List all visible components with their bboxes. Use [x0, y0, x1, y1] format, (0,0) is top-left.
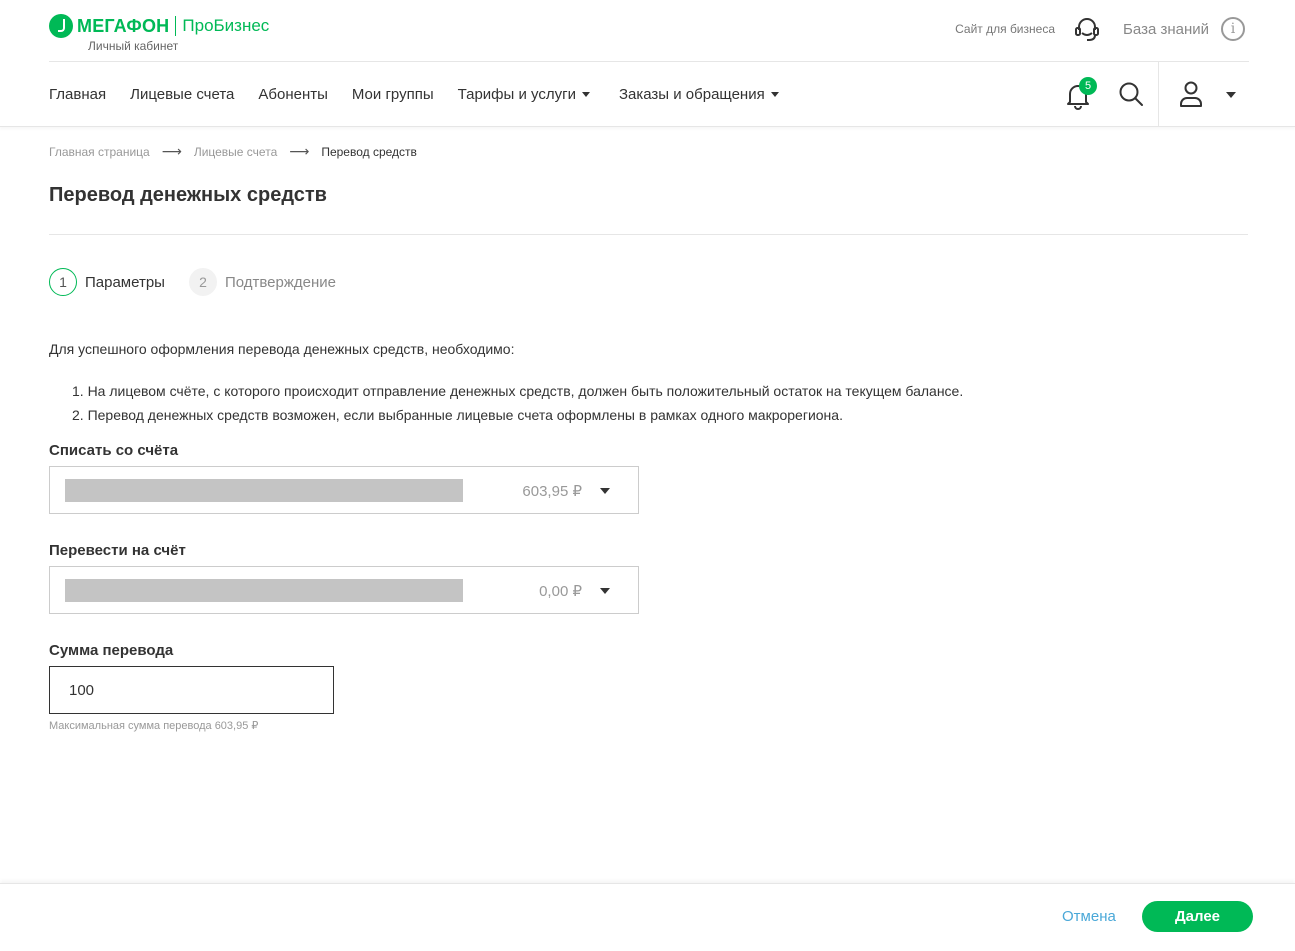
nav-divider — [1158, 62, 1159, 126]
from-account-label: Списать со счёта — [49, 442, 179, 459]
from-account-select[interactable]: 603,95 ₽ — [49, 466, 639, 514]
megafon-logo[interactable]: МЕГАФОН ПроБизнес — [49, 14, 269, 38]
to-account-label: Перевести на счёт — [49, 542, 186, 559]
next-button[interactable]: Далее — [1142, 901, 1253, 932]
redacted-account-number — [65, 579, 463, 602]
cancel-button[interactable]: Отмена — [1062, 908, 1116, 925]
chevron-down-icon — [600, 588, 610, 594]
action-footer: Отмена Далее — [0, 883, 1295, 951]
info-icon[interactable]: i — [1221, 17, 1245, 41]
top-bar: МЕГАФОН ПроБизнес Личный кабинет Сайт дл… — [49, 0, 1249, 62]
main-nav-bar: Главная Лицевые счета Абоненты Мои групп… — [0, 62, 1295, 127]
intro-text: Для успешного оформления перевода денежн… — [49, 341, 515, 357]
chevron-down-icon[interactable] — [1226, 92, 1236, 98]
rules-list: 1. На лицевом счёте, с которого происход… — [72, 379, 963, 427]
step-number: 1 — [49, 268, 77, 296]
step-parameters: 1 Параметры — [49, 268, 165, 296]
page-title: Перевод денежных средств — [49, 184, 327, 206]
arrow-right-icon: ⟶ — [161, 143, 182, 159]
cabinet-label: Личный кабинет — [88, 39, 179, 53]
nav-item-tariffs[interactable]: Тарифы и услуги — [458, 86, 590, 103]
notifications-badge: 5 — [1079, 77, 1097, 95]
chevron-down-icon — [770, 91, 779, 97]
support-headset-icon[interactable] — [1073, 16, 1101, 44]
redacted-account-number — [65, 479, 463, 502]
logo-separator — [175, 16, 177, 36]
search-icon[interactable] — [1118, 81, 1144, 107]
step-label: Подтверждение — [224, 273, 337, 291]
step-confirmation: 2 Подтверждение — [188, 268, 337, 296]
rule-item: 1. На лицевом счёте, с которого происход… — [72, 383, 964, 399]
step-number: 2 — [188, 268, 217, 296]
breadcrumb: Главная страница ⟶ Лицевые счета ⟶ Перев… — [49, 143, 417, 160]
business-site-link[interactable]: Сайт для бизнеса — [955, 22, 1055, 36]
to-account-balance: 0,00 ₽ — [539, 583, 582, 600]
sum-label: Сумма перевода — [49, 642, 174, 659]
nav-item-subscribers[interactable]: Абоненты — [258, 86, 328, 103]
breadcrumb-accounts[interactable]: Лицевые счета — [194, 145, 277, 159]
to-account-select[interactable]: 0,00 ₽ — [49, 566, 639, 614]
title-divider — [49, 234, 1248, 235]
breadcrumb-home[interactable]: Главная страница — [49, 145, 150, 159]
sum-hint: Максимальная сумма перевода 603,95 ₽ — [49, 720, 259, 732]
stepper: 1 Параметры 2 Подтверждение — [49, 268, 360, 296]
main-nav: Главная Лицевые счета Абоненты Мои групп… — [49, 62, 803, 126]
chevron-down-icon — [600, 488, 610, 494]
arrow-right-icon: ⟶ — [289, 143, 310, 159]
rule-item: 2. Перевод денежных средств возможен, ес… — [72, 407, 843, 423]
nav-item-orders[interactable]: Заказы и обращения — [619, 86, 779, 103]
knowledge-base-link[interactable]: База знаний — [1123, 21, 1209, 38]
nav-item-my-groups[interactable]: Мои группы — [352, 86, 434, 103]
user-icon[interactable] — [1178, 80, 1204, 108]
nav-item-home[interactable]: Главная — [49, 86, 106, 103]
brand-name: МЕГАФОН — [77, 15, 170, 36]
breadcrumb-current: Перевод средств — [321, 144, 417, 159]
step-label: Параметры — [85, 273, 165, 291]
sum-input[interactable] — [49, 666, 334, 714]
from-account-balance: 603,95 ₽ — [522, 483, 582, 500]
nav-item-accounts[interactable]: Лицевые счета — [130, 86, 234, 103]
megafon-logo-icon — [49, 14, 73, 38]
chevron-down-icon — [581, 91, 590, 97]
brand-sub: ПроБизнес — [182, 16, 270, 35]
